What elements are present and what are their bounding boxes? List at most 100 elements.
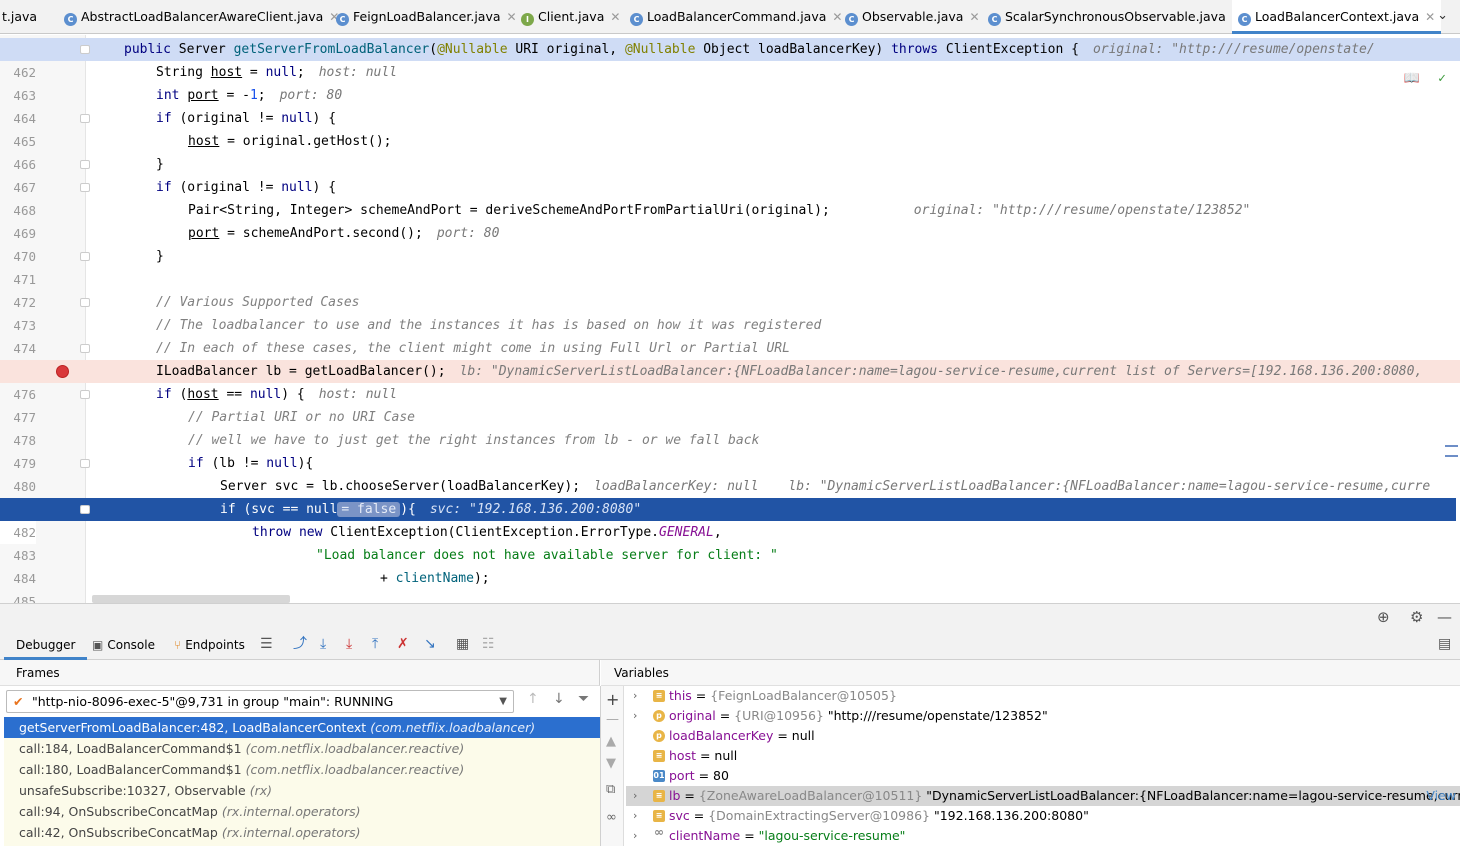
run-to-cursor-icon[interactable]: ↘ bbox=[424, 636, 436, 652]
frame-row[interactable]: call:94, OnSubscribeConcatMap (rx.intern… bbox=[4, 801, 600, 822]
code-line-470[interactable]: 470 port = schemeAndPort.second(); port: … bbox=[0, 222, 1460, 264]
close-icon[interactable]: ✕ bbox=[507, 10, 517, 24]
code-line-462[interactable]: 462 public Server getServerFromLoadBalan… bbox=[0, 38, 1460, 80]
fold-icon[interactable] bbox=[80, 390, 90, 399]
breakpoint-icon[interactable] bbox=[56, 365, 69, 378]
variable-row-this[interactable]: › ≡ this = {FeignLoadBalancer@10505} bbox=[626, 686, 1460, 706]
variable-row-lb[interactable]: › ≡ lb = {ZoneAwareLoadBalancer@10511} "Dy… bbox=[626, 786, 1460, 806]
expand-arrow-icon[interactable]: › bbox=[633, 686, 637, 706]
expand-arrow-icon[interactable]: › bbox=[633, 786, 637, 806]
fold-icon[interactable] bbox=[80, 183, 90, 192]
variable-row-svc[interactable]: › ≡ svc = {DomainExtractingServer@10986} "… bbox=[626, 806, 1460, 826]
arrow-up-icon[interactable]: ↑ bbox=[527, 691, 539, 707]
error-stripe-marks[interactable] bbox=[1445, 445, 1458, 465]
close-icon[interactable]: ✕ bbox=[1425, 10, 1435, 24]
fold-icon[interactable] bbox=[80, 252, 90, 261]
tab-scalar-synchronous-observable[interactable]: CScalarSynchronousObservable.java✕ bbox=[988, 0, 1242, 34]
tab-t-java[interactable]: t.java bbox=[2, 0, 37, 34]
tab-feign-load-balancer[interactable]: C FeignLoadBalancer.java ✕ bbox=[336, 0, 517, 34]
code-line-479[interactable]: 479 // well we have to just get the righ… bbox=[0, 429, 1460, 471]
remove-watch-icon[interactable]: — bbox=[606, 712, 619, 727]
close-icon[interactable]: ✕ bbox=[832, 10, 842, 24]
glasses-icon[interactable]: ∞ bbox=[606, 810, 617, 825]
code-line-476[interactable]: 476 ILoadBalancer lb = getLoadBalancer()… bbox=[0, 360, 1460, 402]
code-line-485[interactable]: 485 + clientName); bbox=[0, 567, 1460, 603]
tabs-menu-chevron-icon[interactable]: ⌄ bbox=[1437, 0, 1448, 34]
thread-selector[interactable]: ✔ "http-nio-8096-exec-5"@9,731 in group … bbox=[6, 690, 514, 713]
code-line-467[interactable]: 467 } bbox=[0, 153, 1460, 195]
expand-arrow-icon[interactable]: › bbox=[633, 826, 637, 846]
minimize-icon[interactable]: — bbox=[1437, 608, 1452, 626]
inspection-ok-icon[interactable]: ✓ bbox=[1438, 71, 1446, 86]
gear-icon[interactable]: ⚙ bbox=[1410, 608, 1423, 626]
code-line-481[interactable]: 481 Server svc = lb.chooseServer(loadBal… bbox=[0, 475, 1460, 517]
code-line-478[interactable]: 478 // Partial URI or no URI Case bbox=[0, 406, 1460, 448]
tab-console[interactable]: ▣ Console bbox=[92, 630, 155, 660]
variable-row-load-balancer-key[interactable]: p loadBalancerKey = null bbox=[626, 726, 1460, 746]
step-into-icon[interactable]: ⤓ bbox=[346, 636, 352, 652]
code-line-468[interactable]: 468 if (original != null) { bbox=[0, 176, 1460, 218]
fold-icon[interactable] bbox=[80, 114, 90, 123]
horizontal-scrollbar[interactable] bbox=[92, 595, 290, 603]
tab-load-balancer-context[interactable]: C LoadBalancerContext.java ✕ bbox=[1232, 0, 1442, 34]
fold-icon[interactable] bbox=[80, 298, 90, 307]
fold-icon[interactable] bbox=[80, 344, 90, 353]
reader-mode-icon[interactable]: 📖 bbox=[1404, 71, 1420, 86]
variable-row-client-name[interactable]: › ∞ clientName = "lagou-service-resume" bbox=[626, 826, 1460, 846]
code-line-480[interactable]: 480 if (lb != null){ bbox=[0, 452, 1460, 494]
code-line-466[interactable]: 466 host = original.getHost(); bbox=[0, 130, 1460, 172]
code-line-482-execution-point[interactable]: 482 if (svc == null = false){svc: "192.16… bbox=[0, 498, 1456, 544]
fold-icon[interactable] bbox=[80, 45, 90, 54]
expand-arrow-icon[interactable]: › bbox=[633, 706, 637, 726]
layout-icon[interactable]: ▤ bbox=[1438, 636, 1451, 652]
menu-icon[interactable]: ☰ bbox=[260, 636, 273, 652]
code-line-464[interactable]: 464 int port = -1; port: 80 bbox=[0, 84, 1460, 126]
evaluate-expression-icon[interactable]: ▦ bbox=[456, 636, 469, 652]
code-line-483[interactable]: 483 throw new ClientException(ClientExce… bbox=[0, 521, 1460, 563]
fold-icon[interactable] bbox=[80, 160, 90, 169]
code-line-463[interactable]: 463 String host = null; host: null bbox=[0, 61, 1460, 103]
code-line-484[interactable]: 484 "Load balancer does not have availab… bbox=[0, 544, 1460, 586]
tab-abstract-load-balancer-aware-client[interactable]: C AbstractLoadBalancerAwareClient.java ✕ bbox=[64, 0, 339, 34]
arrow-down-icon[interactable]: ↓ bbox=[553, 691, 565, 707]
show-execution-point-icon[interactable]: ⤴ bbox=[293, 636, 307, 652]
move-up-icon[interactable]: ▲ bbox=[606, 734, 616, 749]
close-icon[interactable]: ✕ bbox=[969, 10, 979, 24]
frame-row[interactable]: unsafeSubscribe:10327, Observable (rx) bbox=[4, 780, 600, 801]
tab-endpoints[interactable]: ⑂ Endpoints bbox=[174, 630, 245, 660]
tab-client[interactable]: I Client.java ✕ bbox=[521, 0, 620, 34]
move-down-icon[interactable]: ▼ bbox=[606, 756, 616, 771]
code-line-469[interactable]: 469 Pair<String, Integer> schemeAndPort … bbox=[0, 199, 1460, 241]
trace-icon[interactable]: ☷ bbox=[482, 636, 495, 652]
copy-icon[interactable]: ⧉ bbox=[606, 782, 615, 797]
code-line-477[interactable]: 477 if (host == null) {host: null bbox=[0, 383, 1460, 425]
frame-row[interactable]: call:42, OnSubscribeConcatMap (rx.intern… bbox=[4, 822, 600, 843]
code-line-473[interactable]: 473 // Various Supported Cases bbox=[0, 291, 1460, 333]
tab-debugger[interactable]: Debugger bbox=[4, 630, 88, 660]
tab-load-balancer-command[interactable]: C LoadBalancerCommand.java ✕ bbox=[630, 0, 842, 34]
fold-icon[interactable] bbox=[80, 459, 90, 468]
code-line-471[interactable]: 471 } bbox=[0, 245, 1460, 287]
view-link[interactable]: View bbox=[1426, 786, 1456, 806]
code-line-475[interactable]: 475 // In each of these cases, the clien… bbox=[0, 337, 1460, 379]
variable-row-original[interactable]: › p original = {URI@10956} "http:///resume… bbox=[626, 706, 1460, 726]
variable-row-port[interactable]: 01 port = 80 bbox=[626, 766, 1460, 786]
expand-arrow-icon[interactable]: › bbox=[633, 806, 637, 826]
code-line-472[interactable]: 472 bbox=[0, 268, 1460, 310]
step-out-icon[interactable]: ⤒ bbox=[372, 636, 378, 652]
tab-observable[interactable]: C Observable.java ✕ bbox=[845, 0, 980, 34]
frame-row[interactable]: getServerFromLoadBalancer:482, LoadBalan… bbox=[4, 717, 600, 738]
close-icon[interactable]: ✕ bbox=[610, 10, 620, 24]
variable-row-host[interactable]: ≡ host = null bbox=[626, 746, 1460, 766]
step-over-icon[interactable]: ⤓ bbox=[320, 636, 326, 652]
fold-icon[interactable] bbox=[80, 505, 90, 514]
code-line-474[interactable]: 474 // The loadbalancer to use and the i… bbox=[0, 314, 1460, 356]
drop-frame-icon[interactable]: ✗ bbox=[397, 636, 409, 652]
add-watch-icon[interactable]: + bbox=[606, 690, 619, 709]
frame-row[interactable]: call:180, LoadBalancerCommand$1 (com.net… bbox=[4, 759, 600, 780]
code-line-465[interactable]: 465 if (original != null) { bbox=[0, 107, 1460, 149]
crosshair-icon[interactable]: ⊕ bbox=[1377, 608, 1390, 626]
frame-row[interactable]: call:184, LoadBalancerCommand$1 (com.net… bbox=[4, 738, 600, 759]
filter-icon[interactable]: ⏷ bbox=[578, 691, 589, 707]
code-editor[interactable]: 462 public Server getServerFromLoadBalan… bbox=[0, 35, 1460, 603]
